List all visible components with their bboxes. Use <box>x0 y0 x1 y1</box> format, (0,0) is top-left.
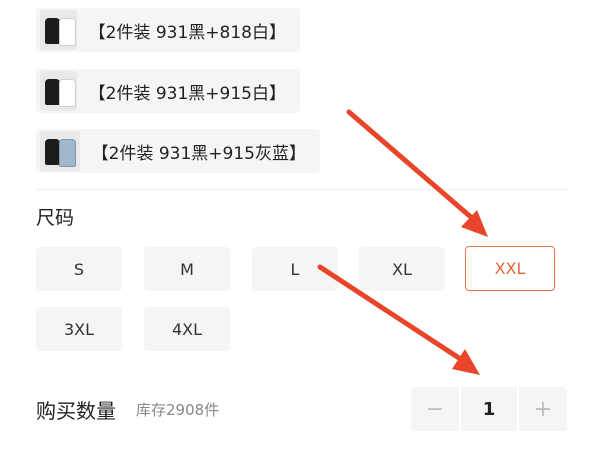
color-option-3[interactable]: 【2件装 931黑+915灰蓝】 <box>36 129 320 173</box>
product-sku-panel: 【2件装 931黑+818白】 【2件装 931黑+915白】 【2件装 931… <box>0 0 600 450</box>
minus-icon: − <box>425 396 445 422</box>
decrease-button[interactable]: − <box>411 387 459 431</box>
product-thumbnail-icon <box>40 10 77 50</box>
quantity-label: 购买数量 <box>36 399 116 423</box>
color-option-label: 【2件装 931黑+915白】 <box>88 83 286 104</box>
plus-icon: + <box>533 396 553 422</box>
color-option-label: 【2件装 931黑+915灰蓝】 <box>91 143 306 164</box>
size-option-m[interactable]: M <box>144 247 230 291</box>
quantity-value[interactable]: 1 <box>461 387 517 431</box>
arrow-to-xxl-head-icon <box>461 210 488 237</box>
size-option-l[interactable]: L <box>252 247 338 291</box>
product-thumbnail-icon <box>40 71 77 111</box>
arrow-to-quantity-head-icon <box>452 349 480 375</box>
product-thumbnail-icon <box>40 131 80 171</box>
section-divider <box>36 189 570 190</box>
size-section-title: 尺码 <box>36 207 75 229</box>
size-option-s[interactable]: S <box>36 247 122 291</box>
size-option-3xl[interactable]: 3XL <box>36 307 122 351</box>
annotation-arrows <box>317 109 488 375</box>
increase-button[interactable]: + <box>519 387 567 431</box>
quantity-stepper: − 1 + <box>411 387 567 431</box>
stock-count: 库存2908件 <box>136 401 220 419</box>
size-option-xxl[interactable]: XXL <box>465 246 555 291</box>
arrow-to-xxl-shaft <box>346 109 475 221</box>
color-option-label: 【2件装 931黑+818白】 <box>88 22 286 43</box>
size-option-xl[interactable]: XL <box>359 247 445 291</box>
color-option-2[interactable]: 【2件装 931黑+915白】 <box>36 69 300 113</box>
size-option-4xl[interactable]: 4XL <box>144 307 230 351</box>
color-option-1[interactable]: 【2件装 931黑+818白】 <box>36 8 300 52</box>
